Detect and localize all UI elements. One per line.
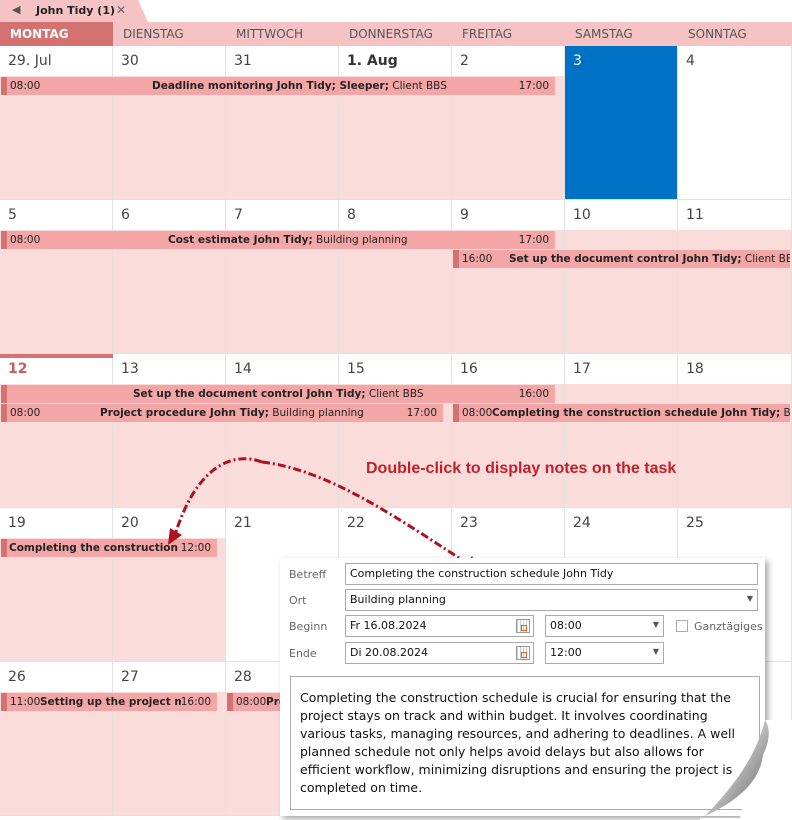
location-label: Ort [289, 594, 307, 607]
page-curl-decoration [700, 720, 792, 820]
chevron-down-icon: ▼ [652, 620, 659, 629]
end-time-select[interactable]: 12:00 ▼ [545, 642, 664, 664]
arrow-to-event [173, 457, 263, 536]
end-time-value: 12:00 [550, 646, 582, 659]
arrow-to-dialog [261, 460, 471, 567]
subject-label: Betreff [289, 568, 327, 581]
allday-checkbox[interactable] [676, 620, 688, 632]
calendar-icon[interactable] [516, 619, 530, 633]
allday-label: Ganztägiges [694, 620, 763, 633]
end-date-value: Di 20.08.2024 [350, 646, 429, 659]
chevron-down-icon: ▼ [652, 647, 659, 656]
subject-input[interactable]: Completing the construction schedule Joh… [345, 563, 758, 585]
notes-textarea[interactable]: Completing the construction schedule is … [290, 676, 760, 810]
task-notes-dialog: Betreff Completing the construction sche… [280, 558, 765, 816]
location-select[interactable]: Building planning ▼ [345, 589, 758, 611]
chevron-down-icon: ▼ [746, 594, 753, 603]
start-time-select[interactable]: 08:00 ▼ [545, 615, 664, 637]
end-label: Ende [289, 647, 317, 660]
start-date-value: Fr 16.08.2024 [350, 619, 427, 632]
start-date-input[interactable]: Fr 16.08.2024 [345, 615, 534, 637]
start-label: Beginn [289, 620, 328, 633]
location-value: Building planning [350, 593, 446, 606]
calendar-icon[interactable] [516, 646, 530, 660]
end-date-input[interactable]: Di 20.08.2024 [345, 642, 534, 664]
start-time-value: 08:00 [550, 619, 582, 632]
